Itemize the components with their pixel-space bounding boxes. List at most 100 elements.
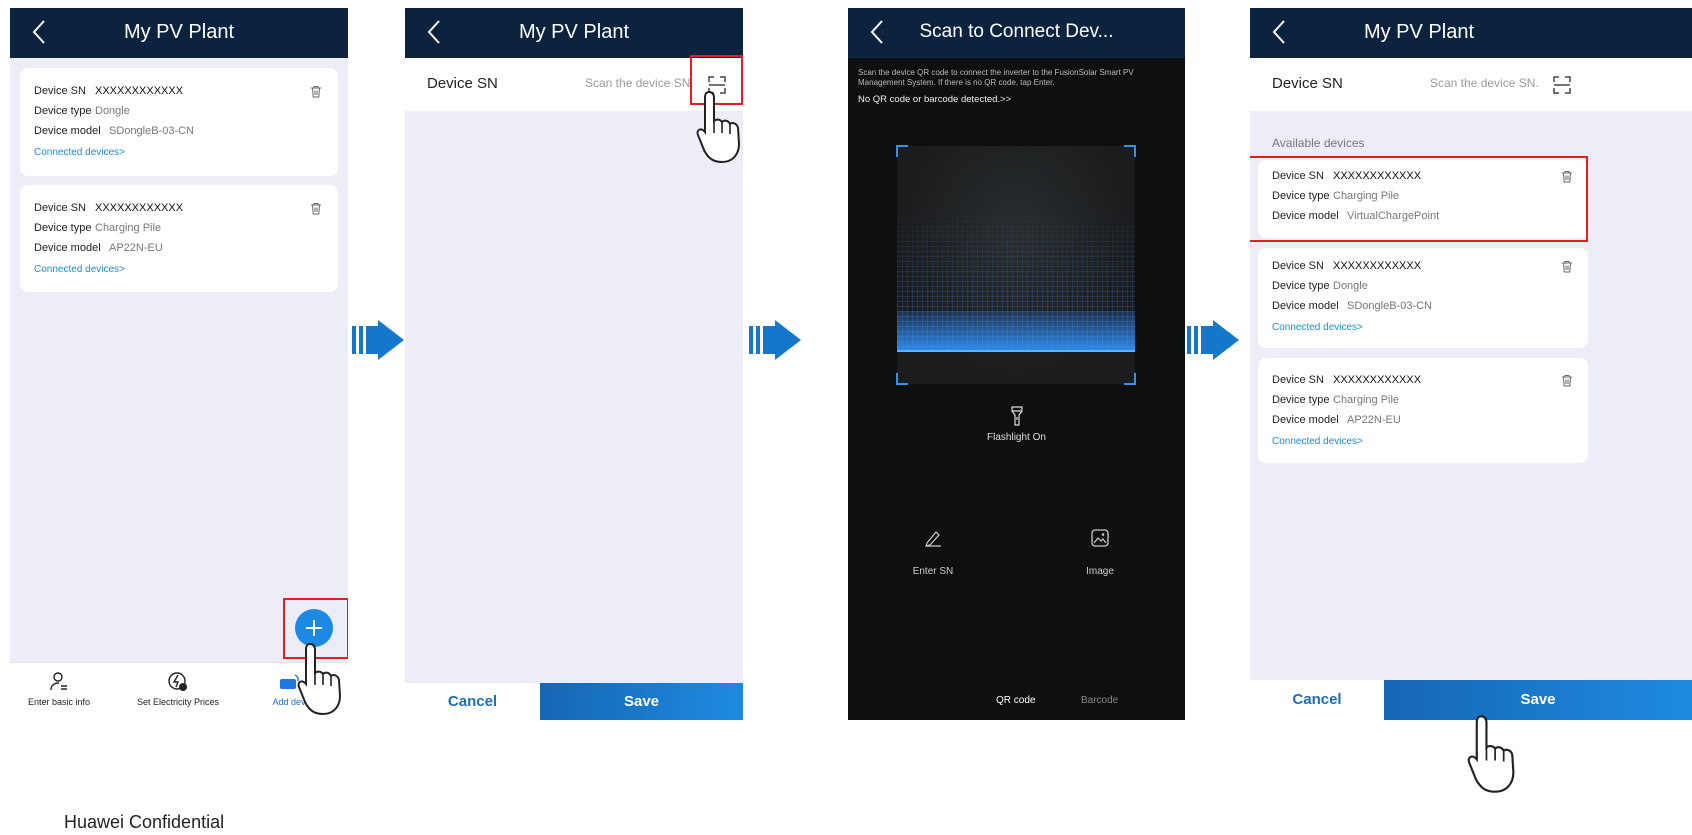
flashlight-icon: [1010, 406, 1023, 426]
viewfinder-corner: [1124, 373, 1136, 385]
highlight-box: [1250, 156, 1588, 242]
device-type-row: Device type Charging Pile: [34, 222, 161, 234]
save-button[interactable]: Save: [1384, 680, 1692, 720]
scan-glow: [897, 311, 1135, 351]
device-sn-row: Device SN XXXXXXXXXXXX: [34, 85, 183, 97]
mode-barcode[interactable]: Barcode: [1081, 695, 1118, 706]
device-card[interactable]: Device SN XXXXXXXXXXXX Device type Dongle …: [1258, 248, 1588, 348]
device-model-row: Device model SDongleB-03-CN: [1272, 300, 1432, 312]
step-arrow-icon: [749, 320, 801, 360]
device-type-row: Device type Dongle: [34, 105, 130, 117]
device-type-label: Device type: [34, 222, 92, 234]
device-card[interactable]: Device SN XXXXXXXXXXXX Device type Chargin…: [1258, 358, 1588, 463]
viewfinder-corner: [1124, 145, 1136, 157]
device-model-label: Device model: [34, 125, 101, 137]
device-model-value: SDongleB-03-CN: [1347, 300, 1432, 312]
device-type-value: Charging Pile: [95, 222, 162, 234]
screen-my-pv-plant-list: My PV Plant Device SN XXXXXXXXXXXX Device…: [10, 8, 348, 720]
scan-icon[interactable]: [1553, 76, 1571, 94]
device-model-label: Device model: [1272, 414, 1339, 426]
nav-label: Set Electricity Prices: [136, 697, 220, 707]
device-sn-label: Device SN: [1272, 75, 1343, 92]
screen-scan-to-connect: Scan to Connect Dev... Scan the device Q…: [848, 8, 1185, 720]
connected-devices-link[interactable]: Connected devices>: [1272, 436, 1363, 447]
tap-hand-icon: [297, 642, 342, 716]
viewfinder-corner: [896, 373, 908, 385]
camera-preview: [897, 146, 1135, 384]
nav-enter-basic-info[interactable]: Enter basic info: [24, 671, 94, 707]
page-title: My PV Plant: [518, 21, 630, 43]
app-bar: Scan to Connect Dev...: [848, 8, 1185, 58]
device-model-value: SDongleB-03-CN: [109, 125, 194, 137]
device-type-label: Device type: [1272, 394, 1330, 406]
device-sn-value: XXXXXXXXXXXX: [95, 85, 184, 97]
tap-hand-icon: [1467, 715, 1515, 793]
cancel-button[interactable]: Cancel: [1250, 680, 1384, 720]
screen-add-device: My PV Plant Device SN Scan the device SN…: [405, 8, 743, 720]
enter-sn-button[interactable]: Enter SN: [888, 528, 978, 577]
page-title: Scan to Connect Dev...: [919, 21, 1114, 42]
app-bar: My PV Plant: [405, 8, 743, 58]
device-model-row: Device model AP22N-EU: [34, 242, 163, 254]
image-button[interactable]: Image: [1055, 528, 1145, 577]
page-title: My PV Plant: [123, 21, 235, 43]
device-type-label: Device type: [34, 105, 92, 117]
device-sn-row: Device SN XXXXXXXXXXXX: [34, 202, 183, 214]
connected-devices-link[interactable]: Connected devices>: [34, 264, 125, 275]
user-info-icon: [50, 672, 67, 691]
step-arrow-icon: [1187, 320, 1239, 360]
device-sn-label: Device SN: [1272, 374, 1324, 386]
device-sn-placeholder: Scan the device SN.: [1430, 76, 1539, 90]
mode-qr-code[interactable]: QR code: [996, 695, 1035, 706]
device-sn-label: Device SN: [34, 85, 86, 97]
device-sn-field[interactable]: Device SN Scan the device SN.: [1250, 58, 1692, 111]
device-model-row: Device model SDongleB-03-CN: [34, 125, 194, 137]
device-sn-value: XXXXXXXXXXXX: [1333, 374, 1422, 386]
viewfinder-corner: [896, 145, 908, 157]
confidential-footnote: Huawei Confidential: [64, 812, 225, 832]
no-code-detected-link[interactable]: No QR code or barcode detected.>>: [858, 94, 1011, 105]
device-sn-label: Device SN: [427, 75, 498, 92]
cancel-button[interactable]: Cancel: [405, 683, 540, 720]
trash-icon[interactable]: [310, 85, 322, 98]
scan-description: Scan the device QR code to connect the i…: [858, 68, 1134, 87]
device-model-row: Device model AP22N-EU: [1272, 414, 1401, 426]
device-sn-placeholder: Scan the device SN.: [585, 76, 694, 90]
app-bar: My PV Plant: [10, 8, 348, 58]
image-label: Image: [1086, 566, 1114, 577]
available-devices-heading: Available devices: [1272, 136, 1365, 150]
tap-hand-icon: [696, 90, 741, 164]
app-bar: My PV Plant: [1250, 8, 1692, 58]
footer-actions: Cancel Save: [405, 683, 743, 720]
scan-line: [897, 350, 1135, 352]
trash-icon[interactable]: [1561, 260, 1573, 273]
device-sn-value: XXXXXXXXXXXX: [1333, 260, 1422, 272]
device-model-value: AP22N-EU: [1347, 414, 1401, 426]
flashlight-toggle[interactable]: Flashlight On: [848, 406, 1185, 443]
connected-devices-link[interactable]: Connected devices>: [34, 147, 125, 158]
device-type-value: Charging Pile: [1333, 394, 1400, 406]
device-type-value: Dongle: [1333, 280, 1368, 292]
device-sn-row: Device SN XXXXXXXXXXXX: [1272, 260, 1421, 272]
connected-devices-link[interactable]: Connected devices>: [1272, 322, 1363, 333]
device-card[interactable]: Device SN XXXXXXXXXXXX Device type Chargin…: [20, 185, 338, 292]
image-icon: [1091, 529, 1109, 547]
device-sn-row: Device SN XXXXXXXXXXXX: [1272, 374, 1421, 386]
device-sn-value: XXXXXXXXXXXX: [95, 202, 184, 214]
flashlight-label: Flashlight On: [987, 432, 1046, 443]
nav-label: Enter basic info: [27, 697, 91, 707]
nav-set-electricity-prices[interactable]: Set Electricity Prices: [128, 671, 228, 707]
save-button[interactable]: Save: [540, 683, 743, 720]
screen-available-devices: My PV Plant Device SN Scan the device SN…: [1250, 8, 1692, 720]
trash-icon[interactable]: [1561, 374, 1573, 387]
device-model-label: Device model: [34, 242, 101, 254]
device-card[interactable]: Device SN XXXXXXXXXXXX Device type Dongle …: [20, 68, 338, 176]
page-title: My PV Plant: [1363, 21, 1475, 43]
enter-sn-label: Enter SN: [912, 566, 954, 577]
device-type-value: Dongle: [95, 105, 130, 117]
pen-icon: [925, 531, 941, 547]
electricity-price-icon: [168, 672, 187, 691]
device-model-label: Device model: [1272, 300, 1339, 312]
device-sn-label: Device SN: [34, 202, 86, 214]
trash-icon[interactable]: [310, 202, 322, 215]
